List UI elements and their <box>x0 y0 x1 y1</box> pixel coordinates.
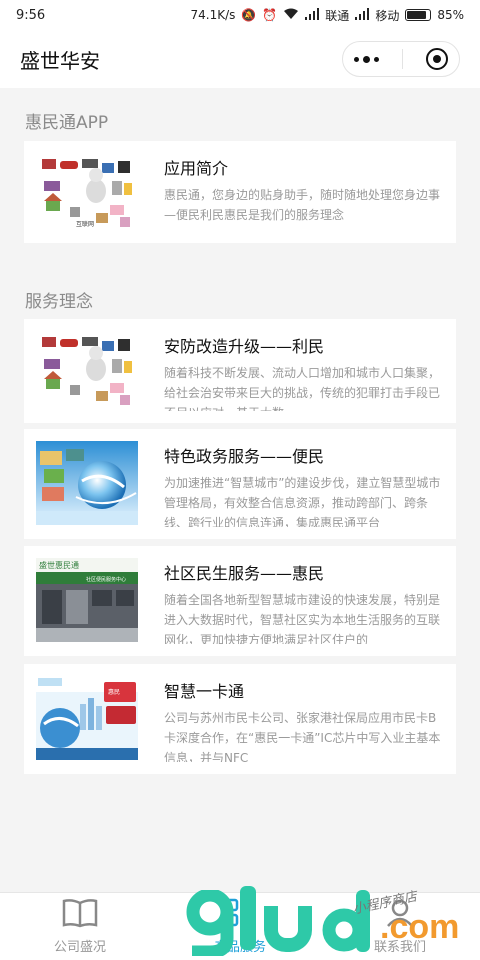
nav-bar: 盛世华安 <box>0 30 480 88</box>
card-title: 智慧一卡通 <box>164 682 245 701</box>
community-storefront-image: 盛世惠民通 社区便民服务中心 <box>36 558 138 642</box>
tab-products[interactable]: 产品服务 <box>160 893 320 960</box>
more-icon[interactable] <box>354 55 380 63</box>
wifi-icon <box>283 8 299 23</box>
security-collage-image: 互联网 <box>36 153 138 237</box>
alarm-icon: ⏰ <box>262 8 278 22</box>
card-body: 安防改造升级——利民 随着科技不断发展、流动人口增加和城市人口集聚，给社会治安带… <box>164 331 444 411</box>
tab-label: 产品服务 <box>213 940 266 955</box>
grid-icon <box>224 898 256 932</box>
network-speed: 74.1K/s <box>190 8 236 22</box>
card-body: 智慧一卡通 公司与苏州市民卡公司、张家港社保局应用市民卡B卡深度合作，在“惠民一… <box>164 676 444 762</box>
battery-percent: 85% <box>437 8 464 22</box>
close-target-icon[interactable] <box>425 48 448 70</box>
list-item[interactable]: 互联网 应用简介 惠民通，您身边的贴身助手，随时随地处理您身边事—便民利民惠民是… <box>24 141 456 243</box>
section-title-app: 惠民通APP <box>25 113 109 133</box>
tab-label: 公司盛况 <box>53 940 106 955</box>
collage-label: 互联网 <box>76 220 94 228</box>
signal-icon-1 <box>305 7 320 23</box>
contact-icon <box>384 898 416 932</box>
list-item[interactable]: 特色政务服务——便民 为加速推进“智慧城市”的建设步伐，建立智慧型城市管理格局，… <box>24 429 456 539</box>
card-title: 特色政务服务——便民 <box>164 447 325 466</box>
community-sign: 盛世惠民通 <box>39 560 79 570</box>
list-item[interactable]: 盛世惠民通 社区便民服务中心 社区民生服务——惠民 随着全国各地新型智慧城市建设… <box>24 546 456 656</box>
community-sign-2: 社区便民服务中心 <box>86 576 126 583</box>
signal-icon-2 <box>355 7 370 23</box>
card-desc: 随着科技不断发展、流动人口增加和城市人口集聚，给社会治安带来巨大的挑战，传统的犯… <box>164 366 441 411</box>
smart-city-globe-image <box>36 441 138 525</box>
card-body: 应用简介 惠民通，您身边的贴身助手，随时随地处理您身边事—便民利民惠民是我们的服… <box>164 153 444 231</box>
book-icon <box>62 898 98 932</box>
card-brand: 惠民 <box>108 688 120 696</box>
carrier-1: 联通 <box>325 8 350 23</box>
card-body: 特色政务服务——便民 为加速推进“智慧城市”的建设步伐，建立智慧型城市管理格局，… <box>164 441 444 527</box>
card-desc: 惠民通，您身边的贴身助手，随时随地处理您身边事—便民利民惠民是我们的服务理念 <box>164 188 441 222</box>
tab-company[interactable]: 公司盛况 <box>0 893 160 960</box>
card-desc: 随着全国各地新型智慧城市建设的快速发展，特别是进入大数据时代，智慧社区实为本地生… <box>164 593 441 644</box>
capsule-divider <box>401 49 403 69</box>
page-title: 盛世华安 <box>20 48 100 73</box>
status-bar: 9:56 74.1K/s 🔕 ⏰ 联通 移动 85% <box>0 0 480 30</box>
list-item[interactable]: 惠民 智慧一卡通 公司与苏州市民卡公司、张家港社保局应用市民卡B卡深度合作，在“… <box>24 664 456 774</box>
tab-contact[interactable]: 联系我们 <box>320 893 480 960</box>
mute-icon: 🔕 <box>241 8 257 22</box>
card-title: 社区民生服务——惠民 <box>164 564 325 583</box>
mini-program-capsule <box>342 41 460 77</box>
section-title-service: 服务理念 <box>25 292 93 312</box>
tab-label: 联系我们 <box>373 940 426 955</box>
carrier-2: 移动 <box>375 8 400 23</box>
smart-card-image: 惠民 <box>36 676 138 760</box>
card-title: 安防改造升级——利民 <box>164 337 325 356</box>
battery-icon <box>405 9 432 21</box>
card-desc: 公司与苏州市民卡公司、张家港社保局应用市民卡B卡深度合作，在“惠民一卡通”IC芯… <box>164 711 441 762</box>
status-indicators: 74.1K/s 🔕 ⏰ 联通 移动 85% <box>190 7 464 24</box>
battery-fill <box>407 11 427 19</box>
list-item[interactable]: 安防改造升级——利民 随着科技不断发展、流动人口增加和城市人口集聚，给社会治安带… <box>24 319 456 423</box>
card-desc: 为加速推进“智慧城市”的建设步伐，建立智慧型城市管理格局，有效整合信息资源，推动… <box>164 476 441 527</box>
security-collage-image <box>36 331 138 415</box>
card-body: 社区民生服务——惠民 随着全国各地新型智慧城市建设的快速发展，特别是进入大数据时… <box>164 558 444 644</box>
card-title: 应用简介 <box>164 159 229 178</box>
status-time: 9:56 <box>16 7 46 23</box>
tab-bar: 公司盛况 产品服务 联系我们 <box>0 892 480 960</box>
